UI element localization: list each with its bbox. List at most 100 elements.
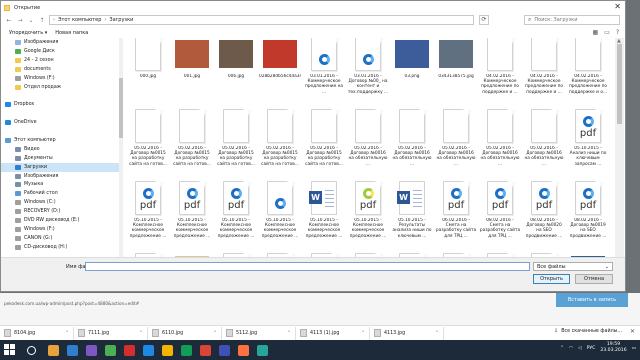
file-item[interactable]: 03.png (391, 38, 433, 104)
nav-item[interactable]: Windows (C:) (1, 198, 119, 207)
nav-item[interactable]: Windows (F:) (1, 74, 119, 83)
file-item[interactable]: 05.02.2016 - Договор №0015 на разработку… (127, 106, 169, 176)
file-item[interactable]: 05.02.2016 - Договор №0016 на обязательн… (391, 106, 433, 176)
file-item[interactable]: 0343138575.jpg (435, 38, 477, 104)
file-item[interactable]: W 05.10.2015 - Комплексное коммерческое п… (303, 178, 345, 248)
nav-item[interactable]: CD-дисковод (H:) (1, 243, 119, 252)
download-item[interactable]: 4113 (1).jpg ⌃ (296, 326, 370, 340)
nav-item[interactable]: Рабочий стол (1, 189, 119, 198)
file-item[interactable] (303, 250, 345, 257)
app-icon[interactable] (238, 344, 249, 356)
nav-item[interactable]: 24 - 2 сезон (1, 56, 119, 65)
back-arrow-icon[interactable]: ← (6, 17, 12, 24)
language-indicator[interactable]: РУС (587, 346, 596, 351)
breadcrumb-item[interactable]: Этот компьютер (58, 17, 101, 23)
file-item[interactable] (347, 250, 389, 257)
file-item[interactable] (215, 250, 257, 257)
file-item[interactable]: 05.02.2016 - Договор №0015 на разработку… (215, 106, 257, 176)
wifi-icon[interactable]: ◠ (569, 346, 573, 351)
file-item[interactable]: 000.jpg (127, 38, 169, 104)
file-item[interactable]: pdf 05.10.2015 - Комплексное коммерческое… (215, 178, 257, 248)
file-item[interactable]: 05.02.2016 - Договор №0016 на обязательн… (347, 106, 389, 176)
chevron-up-icon[interactable]: ⌃ (560, 346, 564, 351)
file-item[interactable] (171, 250, 213, 257)
app-icon[interactable] (257, 344, 268, 356)
file-item[interactable]: 04.02.2016 - Коммерческое предложение по… (523, 38, 565, 104)
file-item[interactable]: 028b28db56c44a34b122def87f2e5e0a.jpg (259, 38, 301, 104)
dialog-titlebar[interactable]: Открытие ✕ (1, 1, 625, 14)
file-item[interactable] (391, 250, 433, 257)
chevron-up-icon[interactable]: ⌃ (139, 331, 143, 336)
app-icon[interactable] (219, 344, 230, 356)
file-item[interactable]: pdf 08.02.2016 - Смета на разработку сайт… (479, 178, 521, 248)
filename-input[interactable] (85, 262, 530, 271)
file-item[interactable]: 05.02.2016 - Договор №0015 на разработку… (171, 106, 213, 176)
refresh-icon[interactable]: ⟳ (479, 15, 489, 25)
nav-item[interactable]: Изображения (1, 172, 119, 181)
nav-item[interactable]: Dropbox (1, 100, 119, 109)
nav-item[interactable]: Этот компьютер (1, 136, 119, 145)
chevron-up-icon[interactable]: ⌃ (435, 331, 439, 336)
nav-item[interactable]: DVD RW дисковод (E:) (1, 216, 119, 225)
file-item[interactable]: 03.01.2016 - Коммерческое предложение на… (303, 38, 345, 104)
app-icon[interactable] (162, 344, 173, 356)
file-item[interactable]: W 05.10.2015 - Результаты анализа ниши по… (391, 178, 433, 248)
file-item[interactable] (479, 250, 521, 257)
all-downloads-link[interactable]: ⇩ Все скачанные файлы... (554, 329, 622, 334)
organize-menu[interactable]: Упорядочить ▾ (9, 30, 47, 36)
cancel-button[interactable]: Отмена (575, 274, 613, 284)
windows-start-icon[interactable] (3, 343, 17, 357)
file-item[interactable] (259, 250, 301, 257)
file-item[interactable]: 05.02.2016 - Договор №0016 на обязательн… (479, 106, 521, 176)
file-item[interactable]: pdf 05.10.2015 - Анализ ниши по ключевым … (567, 106, 609, 176)
nav-item[interactable]: Windows (F:) (1, 225, 119, 234)
file-item[interactable] (127, 250, 169, 257)
app-icon[interactable] (200, 344, 211, 356)
download-item[interactable]: 6110.jpg ⌃ (148, 326, 222, 340)
file-item[interactable] (523, 250, 565, 257)
file-item[interactable]: pdf 05.10.2015 - Комплексное коммерческое… (127, 178, 169, 248)
breadcrumb-item[interactable]: Загрузки (109, 17, 133, 23)
nav-item[interactable]: Документы (1, 154, 119, 163)
nav-item[interactable]: OneDrive (1, 118, 119, 127)
open-button[interactable]: Открыть (533, 274, 570, 284)
file-item[interactable]: 001.jpg (171, 38, 213, 104)
app-icon[interactable] (181, 344, 192, 356)
search-icon[interactable] (27, 345, 36, 355)
help-icon[interactable]: ? (616, 29, 619, 36)
close-icon[interactable]: ✕ (614, 3, 621, 11)
app-icon[interactable] (86, 344, 97, 356)
file-item[interactable]: pdf 06.02.2016 - Смета на разработку сайт… (435, 178, 477, 248)
download-item[interactable]: 4113.jpg ⌃ (370, 326, 444, 340)
file-item[interactable]: pdf 08.02.2016 - Договор №0019 на SEO про… (567, 178, 609, 248)
download-item[interactable]: 7111.jpg ⌃ (74, 326, 148, 340)
chevron-up-icon[interactable]: ⌃ (65, 331, 69, 336)
file-type-select[interactable]: Все файлы ⌄ (533, 262, 613, 271)
nav-item[interactable]: Изображения (1, 38, 119, 47)
app-icon[interactable] (105, 344, 116, 356)
file-item[interactable] (435, 250, 477, 257)
clock[interactable]: 19:59 23.03.2016 (600, 342, 626, 354)
chevron-up-icon[interactable]: ⌃ (361, 331, 365, 336)
app-icon[interactable] (67, 344, 78, 356)
nav-item[interactable]: Загрузки (1, 162, 119, 172)
chevron-up-icon[interactable]: ⌃ (213, 331, 217, 336)
file-item[interactable]: 05.02.2016 - Договор №0016 на обязательн… (523, 106, 565, 176)
notifications-icon[interactable]: ▭ (632, 346, 636, 351)
file-item[interactable]: 03.01.2016 - Договор №00_ на контент и т… (347, 38, 389, 104)
nav-item[interactable]: CANON (G:) (1, 234, 119, 243)
scrollbar-thumb[interactable] (617, 44, 622, 124)
scrollbar-thumb[interactable] (119, 78, 123, 138)
nav-item[interactable]: Google Диск (1, 47, 119, 56)
file-item[interactable]: pdf 05.10.2015 - Комплексное коммерческое… (347, 178, 389, 248)
file-item[interactable]: 05.02.2016 - Договор №0015 на разработку… (303, 106, 345, 176)
nav-item[interactable]: Музыка (1, 180, 119, 189)
up-arrow-icon[interactable]: ↑ (39, 17, 45, 24)
preview-pane-icon[interactable]: ▭ (604, 29, 610, 36)
file-item[interactable]: 05.10.2015 - Комплексное коммерческое пр… (259, 178, 301, 248)
search-input[interactable]: ⌕ Поиск: Загрузки (524, 15, 620, 25)
navigation-scrollbar[interactable] (119, 38, 123, 257)
breadcrumb[interactable]: › Этот компьютер › Загрузки (49, 15, 474, 25)
new-folder-button[interactable]: Новая папка (55, 30, 88, 36)
file-item[interactable]: 05.02.2016 - Договор №0015 на разработку… (259, 106, 301, 176)
